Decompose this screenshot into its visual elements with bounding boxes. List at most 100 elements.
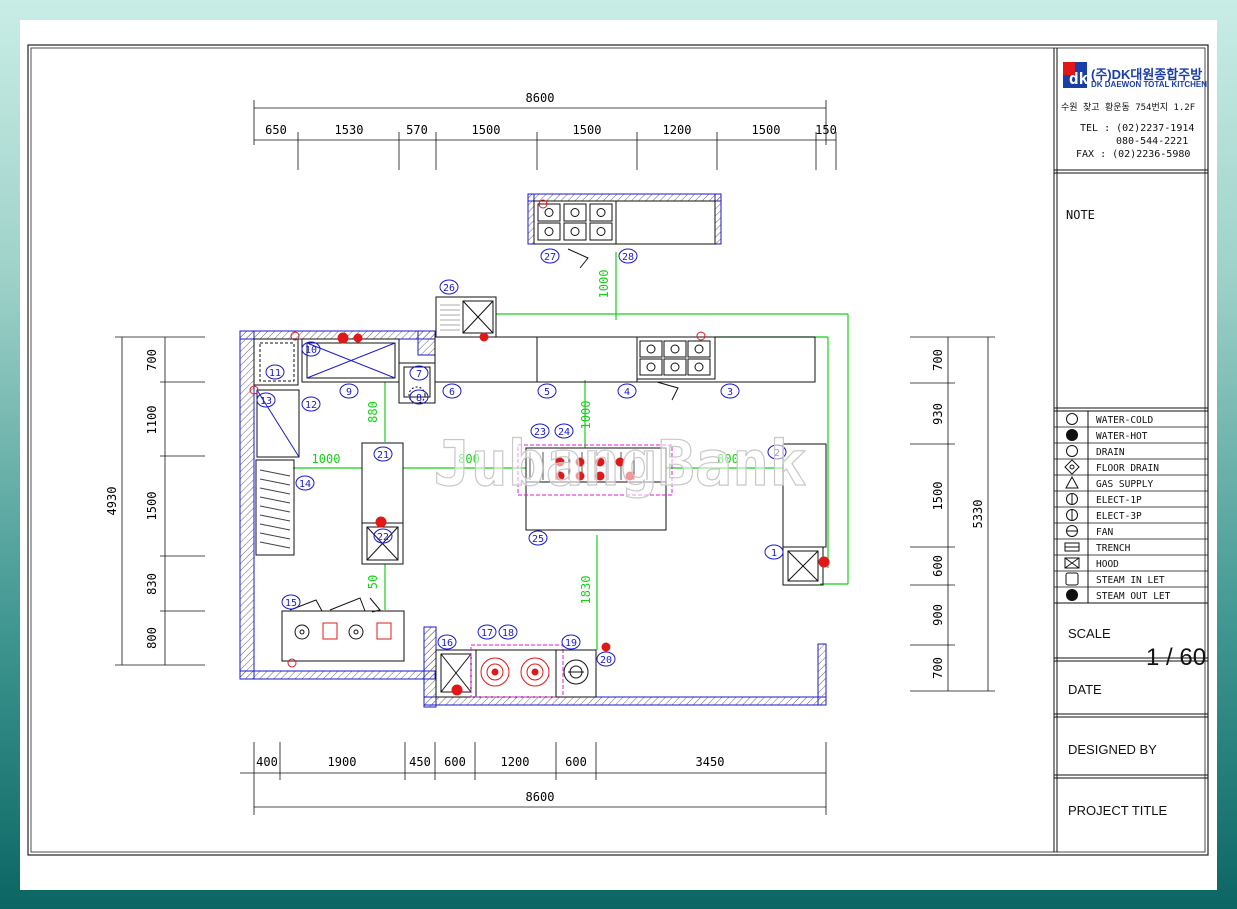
- item-callout-label: 10: [305, 345, 317, 356]
- dim-left-3: 830: [145, 573, 159, 595]
- dim-bottom-5: 600: [565, 755, 587, 769]
- water-cold-icon: [1066, 413, 1078, 425]
- company-name-en: DK DAEWON TOTAL KITCHEN: [1091, 80, 1207, 89]
- legend-label: WATER-COLD: [1096, 415, 1153, 426]
- legend-label: FAN: [1096, 527, 1113, 538]
- company-tel2: 080-544-2221: [1116, 136, 1189, 147]
- dim-bottom-1: 1900: [328, 755, 357, 769]
- item-callout-label: 27: [544, 252, 556, 263]
- dim-left-0: 700: [145, 349, 159, 371]
- item-callout-label: 3: [727, 387, 733, 398]
- legend-label: STEAM IN LET: [1096, 575, 1165, 586]
- dim-top-5: 1200: [663, 123, 692, 137]
- fan-icon: [1066, 525, 1078, 537]
- bottom-dimensions: [240, 742, 827, 815]
- item-callout-label: 8: [416, 393, 422, 404]
- dim-top-total: 8600: [526, 91, 555, 105]
- drawing-sheet: 8600 650 1530 570 1500 1500 1200 1500 150 8600 …: [20, 20, 1217, 890]
- legend-label: STEAM OUT LET: [1096, 591, 1171, 602]
- item-callout-label: 12: [305, 400, 317, 411]
- designed-by-label: DESIGNED BY: [1068, 742, 1157, 757]
- legend-label: TRENCH: [1096, 543, 1131, 554]
- dim-right-1: 930: [931, 403, 945, 425]
- scale-value: 1 / 60: [1146, 644, 1207, 671]
- svg-text:880: 880: [366, 401, 380, 423]
- steam-outlet-icon: [1066, 589, 1078, 601]
- item-callout-label: 19: [565, 638, 577, 649]
- elect-3p-icon: [1066, 509, 1078, 521]
- water-hot-icon: [1066, 429, 1078, 441]
- kitchen-floor-plan: 8600 650 1530 570 1500 1500 1200 1500 150 8600 …: [27, 44, 1209, 856]
- dim-top-0: 650: [265, 123, 287, 137]
- dim-right-0: 700: [931, 349, 945, 371]
- dim-bottom-6: 3450: [696, 755, 725, 769]
- dim-top-7: 150: [815, 123, 837, 137]
- svg-text:50: 50: [366, 575, 380, 589]
- dim-bottom-3: 600: [444, 755, 466, 769]
- steam-inlet-icon: [1065, 572, 1079, 586]
- item-callout-label: 5: [544, 387, 550, 398]
- dim-top-2: 570: [406, 123, 428, 137]
- dim-right-5: 700: [931, 657, 945, 679]
- legend-label: GAS SUPPLY: [1096, 479, 1153, 490]
- project-title-label: PROJECT TITLE: [1068, 803, 1168, 818]
- dim-right-2: 1500: [931, 482, 945, 511]
- item-callout-label: 18: [502, 628, 514, 639]
- legend-label: ELECT-3P: [1096, 511, 1142, 522]
- item-callout-label: 25: [532, 534, 544, 545]
- elect-1p-icon: [1066, 493, 1078, 505]
- company-tel: TEL : (02)2237-1914: [1080, 123, 1195, 134]
- legend-label: ELECT-1P: [1096, 495, 1142, 506]
- company-address: 수원 찾고 황운동 754번지 1.2F: [1061, 103, 1196, 113]
- svg-text:dk: dk: [1069, 69, 1089, 88]
- company-fax: FAX : (02)2236-5980: [1076, 149, 1191, 160]
- svg-text:1000: 1000: [597, 270, 611, 299]
- hood-icon: [1064, 557, 1080, 569]
- item-callout-label: 17: [481, 628, 493, 639]
- legend-label: FLOOR DRAIN: [1096, 463, 1159, 474]
- dim-left-1: 1100: [145, 406, 159, 435]
- dim-left-4: 800: [145, 627, 159, 649]
- svg-text:1000: 1000: [312, 452, 341, 466]
- dim-top-4: 1500: [573, 123, 602, 137]
- item-callout-label: 6: [449, 387, 455, 398]
- dim-top-1: 1530: [335, 123, 364, 137]
- legend-label: HOOD: [1096, 559, 1119, 570]
- floor-drain-icon: [1064, 459, 1080, 475]
- item-callout-label: 1: [771, 548, 777, 559]
- item-callout-label: 28: [622, 252, 634, 263]
- dim-bottom-2: 450: [409, 755, 431, 769]
- item-callout-label: 20: [600, 655, 612, 666]
- gas-supply-icon: [1065, 475, 1079, 489]
- svg-text:1830: 1830: [579, 576, 593, 605]
- dim-bottom-0: 400: [256, 755, 278, 769]
- item-callout-label: 16: [441, 638, 453, 649]
- item-callout-label: 15: [285, 598, 297, 609]
- note-label: NOTE: [1066, 208, 1095, 222]
- dim-top-6: 1500: [752, 123, 781, 137]
- item-callout-label: 22: [377, 532, 389, 543]
- item-callout-label: 13: [260, 396, 272, 407]
- drain-icon: [1066, 445, 1078, 457]
- dim-bottom-total: 8600: [526, 790, 555, 804]
- dim-top-3: 1500: [472, 123, 501, 137]
- legend-label: DRAIN: [1096, 447, 1125, 458]
- dim-right-4: 900: [931, 604, 945, 626]
- dim-bottom-4: 1200: [501, 755, 530, 769]
- item-callout-label: 26: [443, 283, 455, 294]
- left-dimensions: [115, 336, 205, 666]
- scale-label: SCALE: [1068, 626, 1111, 641]
- legend-label: WATER-HOT: [1096, 431, 1148, 442]
- svg-text:1000: 1000: [579, 401, 593, 430]
- date-label: DATE: [1068, 682, 1102, 697]
- item-callout-label: 21: [377, 450, 389, 461]
- item-callout-label: 4: [624, 387, 630, 398]
- company-logo: dk: [1063, 62, 1089, 88]
- dim-left-2: 1500: [145, 492, 159, 521]
- item-callout-label: 7: [416, 369, 422, 380]
- dim-left-total: 4930: [105, 487, 119, 516]
- item-callout-label: 14: [299, 479, 311, 490]
- dim-right-total: 5330: [971, 500, 985, 529]
- dim-right-3: 600: [931, 555, 945, 577]
- legend: WATER-COLD WATER-HOT DRAIN FLOOR DRAIN GAS S…: [1054, 413, 1208, 604]
